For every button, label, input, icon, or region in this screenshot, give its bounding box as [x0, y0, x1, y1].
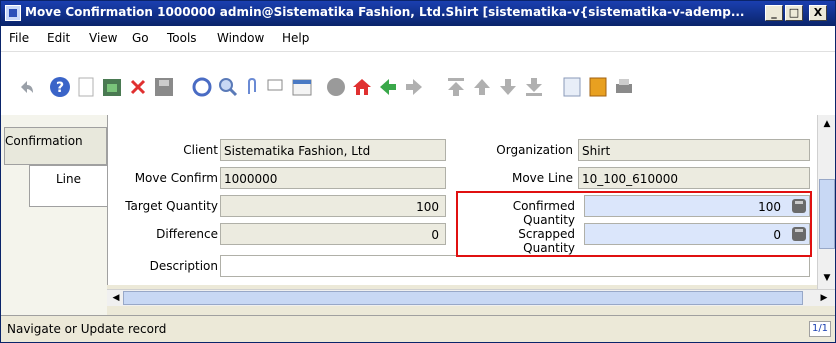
highlight-box [456, 191, 812, 257]
refresh-icon[interactable] [191, 76, 213, 98]
status-message: Navigate or Update record [7, 322, 167, 336]
difference-field[interactable]: 0 [220, 223, 446, 245]
menu-file[interactable]: File [9, 31, 29, 45]
scroll-up-icon[interactable]: ▲ [820, 117, 834, 131]
menu-tools[interactable]: Tools [167, 31, 197, 45]
target-quantity-label: Target Quantity [125, 199, 218, 213]
find-icon[interactable] [217, 76, 239, 98]
description-label: Description [149, 259, 218, 273]
window-icon [5, 5, 21, 21]
previous-record-icon[interactable] [471, 76, 493, 98]
status-bar: Navigate or Update record 1/1 [1, 315, 835, 342]
next-record-icon[interactable] [497, 76, 519, 98]
forward-icon[interactable] [403, 76, 425, 98]
attachment-icon[interactable] [241, 76, 263, 98]
menu-window[interactable]: Window [217, 31, 264, 45]
save-icon[interactable] [153, 76, 175, 98]
chat-icon[interactable] [265, 76, 287, 98]
close-button[interactable]: X [809, 5, 827, 21]
menu-bar: File Edit View Go Tools Window Help [1, 26, 835, 51]
vertical-scroll-thumb[interactable] [819, 179, 835, 249]
new-record-icon[interactable] [75, 76, 97, 98]
description-field[interactable] [220, 255, 810, 277]
difference-label: Difference [156, 227, 218, 241]
delete-icon[interactable] [127, 76, 149, 98]
archive-icon[interactable] [587, 76, 609, 98]
maximize-button[interactable]: □ [785, 5, 803, 21]
minimize-button[interactable]: _ [765, 5, 783, 21]
scroll-right-icon[interactable]: ▶ [817, 291, 831, 305]
last-record-icon[interactable] [523, 76, 545, 98]
organization-label: Organization [496, 143, 573, 157]
menu-go[interactable]: Go [132, 31, 149, 45]
move-line-field[interactable]: 10_100_610000 [578, 167, 810, 189]
menu-help[interactable]: Help [282, 31, 309, 45]
back-icon[interactable] [377, 76, 399, 98]
move-confirm-label: Move Confirm [134, 171, 218, 185]
print-icon[interactable] [613, 76, 635, 98]
move-line-label: Move Line [511, 171, 573, 185]
help-icon[interactable]: ? [49, 76, 71, 98]
first-record-icon[interactable] [445, 76, 467, 98]
home-icon[interactable] [351, 76, 373, 98]
menu-edit[interactable]: Edit [47, 31, 70, 45]
menu-view[interactable]: View [89, 31, 117, 45]
title-bar[interactable]: Move Confirmation 1000000 admin@Sistemat… [1, 1, 835, 26]
window-title: Move Confirmation 1000000 admin@Sistemat… [25, 5, 745, 19]
record-counter[interactable]: 1/1 [809, 321, 831, 337]
tab-confirmation[interactable]: Confirmation [4, 127, 107, 165]
horizontal-scrollbar[interactable]: ◀ ▶ [107, 289, 835, 306]
undo-icon[interactable] [15, 76, 37, 98]
move-confirm-field[interactable]: 1000000 [220, 167, 446, 189]
history-icon[interactable] [325, 76, 347, 98]
report-icon[interactable] [561, 76, 583, 98]
target-quantity-field[interactable]: 100 [220, 195, 446, 217]
copy-record-icon[interactable] [101, 76, 123, 98]
tab-bar: Confirmation Line [1, 115, 107, 315]
vertical-scrollbar[interactable]: ▲ ▼ [817, 115, 835, 289]
scroll-left-icon[interactable]: ◀ [109, 291, 123, 305]
scroll-down-icon[interactable]: ▼ [820, 271, 834, 285]
organization-field[interactable]: Shirt [578, 139, 810, 161]
app-window: Move Confirmation 1000000 admin@Sistemat… [0, 0, 836, 343]
svg-text:?: ? [56, 80, 64, 96]
horizontal-scroll-thumb[interactable] [123, 291, 803, 305]
client-field[interactable]: Sistematika Fashion, Ltd [220, 139, 446, 161]
tab-line[interactable]: Line [29, 165, 107, 207]
toolbar: ? [1, 51, 835, 115]
client-label: Client [183, 143, 218, 157]
calendar-icon[interactable] [291, 76, 313, 98]
